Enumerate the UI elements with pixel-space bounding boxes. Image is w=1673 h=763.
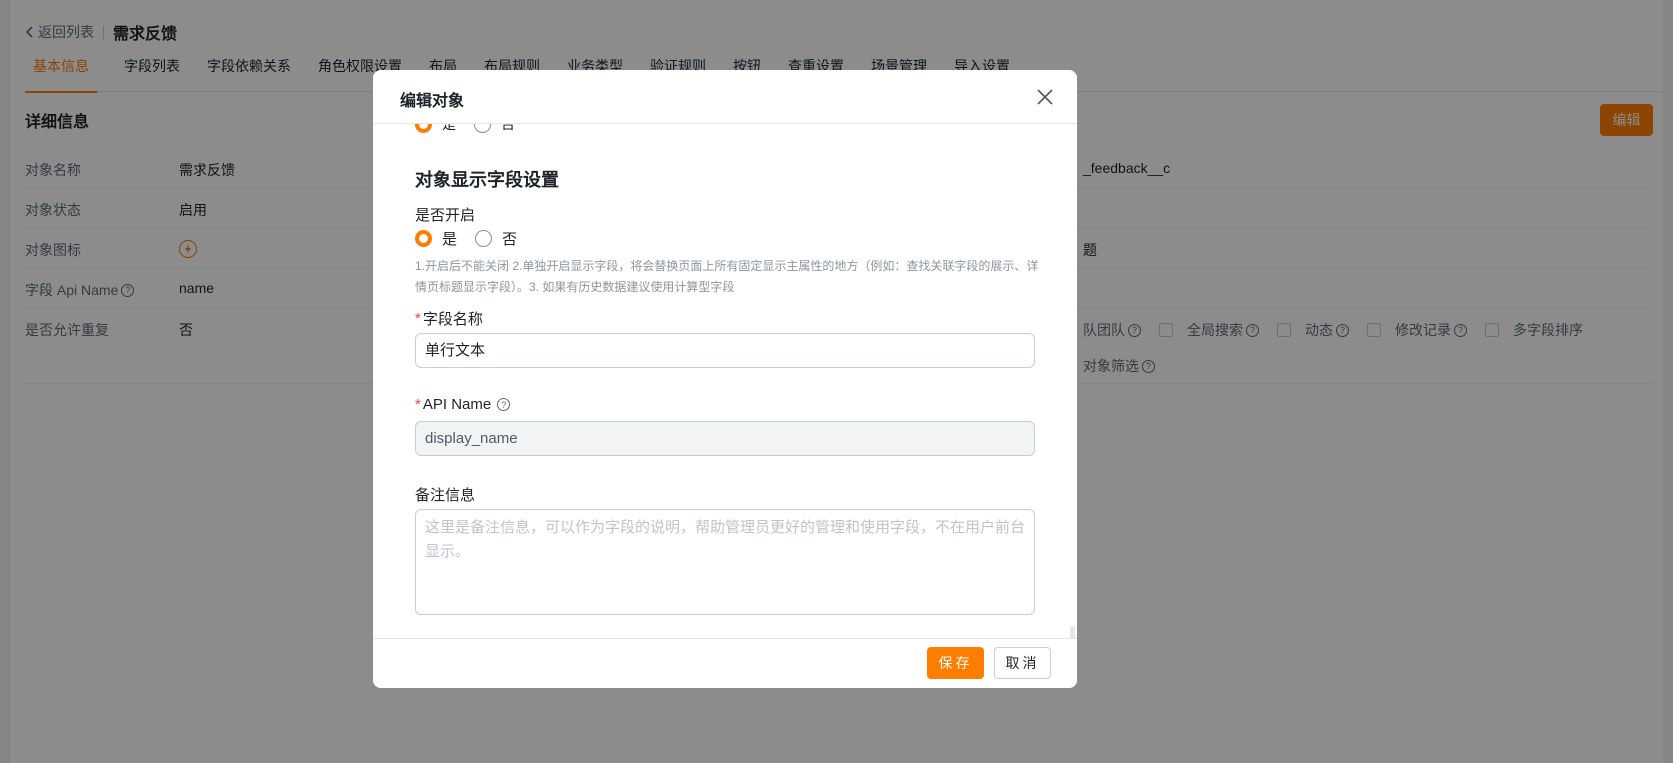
remark-textarea[interactable]: 这里是备注信息，可以作为字段的说明，帮助管理员更好的管理和使用字段，不在用户前台…	[415, 509, 1035, 615]
previous-radio-group: 是 否	[415, 124, 533, 134]
field-name-label-text: 字段名称	[422, 311, 483, 328]
dialog-header: 编辑对象	[373, 70, 1077, 124]
field-name-input[interactable]: 单行文本	[415, 333, 1035, 368]
help-icon[interactable]: ?	[497, 398, 511, 411]
radio-label: 是	[442, 124, 456, 132]
field-name-label: * 字段名称	[415, 308, 483, 329]
close-icon[interactable]	[1035, 87, 1055, 107]
cancel-button[interactable]: 取消	[994, 647, 1051, 679]
radio-no[interactable]: 否	[475, 228, 517, 249]
radio-no[interactable]: 否	[474, 124, 515, 134]
api-name-label: * API Name?	[415, 396, 511, 413]
dialog-title: 编辑对象	[400, 93, 465, 110]
radio-dot[interactable]	[415, 124, 432, 133]
required-mark: *	[415, 396, 421, 413]
dialog-body: 是 否 对象显示字段设置 是否开启 是 否 1.开启后不能关闭 2.单独开启显示…	[373, 124, 1077, 638]
radio-yes[interactable]: 是	[415, 228, 457, 249]
enable-radio-group: 是 否	[415, 228, 535, 249]
radio-dot[interactable]	[415, 230, 432, 247]
dialog-footer: 保存 取消	[373, 638, 1077, 688]
radio-yes[interactable]: 是	[415, 124, 456, 134]
edit-object-dialog: 编辑对象 是 否 对象显示字段设置 是否开启 是 否 1.开启后不能关闭 2.单…	[373, 70, 1077, 688]
enable-label: 是否开启	[415, 207, 476, 224]
radio-dot[interactable]	[475, 230, 493, 247]
display-field-group-title: 对象显示字段设置	[415, 170, 559, 190]
remark-label: 备注信息	[415, 487, 476, 504]
api-name-input: display_name	[415, 421, 1035, 456]
api-name-label-text: API Name	[422, 396, 492, 413]
radio-dot[interactable]	[474, 124, 491, 133]
save-button[interactable]: 保存	[927, 647, 984, 679]
radio-label: 否	[501, 124, 515, 132]
radio-label: 是	[442, 231, 458, 248]
enable-hint: 1.开启后不能关闭 2.单独开启显示字段，将会替换页面上所有固定显示主属性的地方…	[415, 259, 1039, 294]
radio-label: 否	[502, 231, 518, 248]
required-mark: *	[415, 310, 421, 327]
